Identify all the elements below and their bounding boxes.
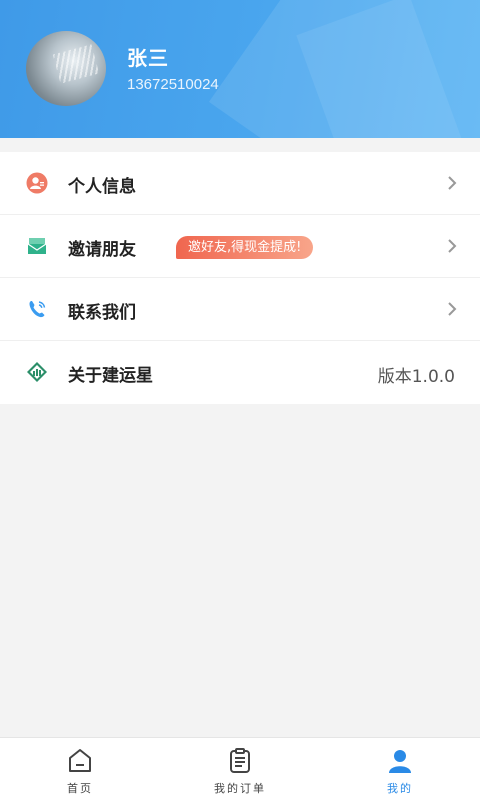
profile-icon	[389, 750, 411, 773]
chevron-right-icon	[448, 239, 457, 253]
user-info-icon	[26, 172, 48, 194]
tab-profile[interactable]: 我的	[320, 738, 480, 800]
user-phone: 13672510024	[127, 76, 219, 93]
invite-promo-badge: 邀好友,得现金提成!	[176, 236, 314, 259]
tab-orders[interactable]: 我的订单	[160, 738, 320, 800]
bottom-tab-bar: 首页 我的订单 我的	[0, 737, 480, 800]
menu-item-personal-info[interactable]: 个人信息	[0, 152, 480, 215]
menu-label: 邀请朋友	[68, 240, 136, 260]
avatar[interactable]	[26, 31, 106, 106]
menu-label: 关于建运星	[68, 366, 153, 386]
menu-label: 联系我们	[68, 303, 136, 323]
orders-icon	[230, 748, 250, 773]
user-name: 张三	[127, 46, 169, 70]
menu-item-contact-us[interactable]: 联系我们	[0, 278, 480, 341]
menu-item-invite-friends[interactable]: 邀请朋友 邀好友,得现金提成!	[0, 215, 480, 278]
tab-label: 我的	[387, 782, 413, 795]
version-text: 版本1.0.0	[377, 367, 455, 387]
menu-label: 个人信息	[68, 177, 136, 197]
app-logo-icon	[27, 362, 47, 382]
settings-menu: 个人信息 邀请朋友 邀好友,得现金提成! 联系我们 关于建运星 版本1.0.0	[0, 152, 480, 404]
chevron-right-icon	[448, 302, 457, 316]
chevron-right-icon	[448, 176, 457, 190]
menu-item-about[interactable]: 关于建运星 版本1.0.0	[0, 341, 480, 404]
phone-icon	[29, 301, 46, 318]
tab-label: 首页	[67, 782, 93, 795]
invite-icon	[27, 238, 47, 254]
tab-label: 我的订单	[214, 782, 266, 795]
home-icon	[69, 749, 91, 772]
tab-home[interactable]: 首页	[0, 738, 160, 800]
profile-header: 张三 13672510024	[0, 0, 480, 138]
